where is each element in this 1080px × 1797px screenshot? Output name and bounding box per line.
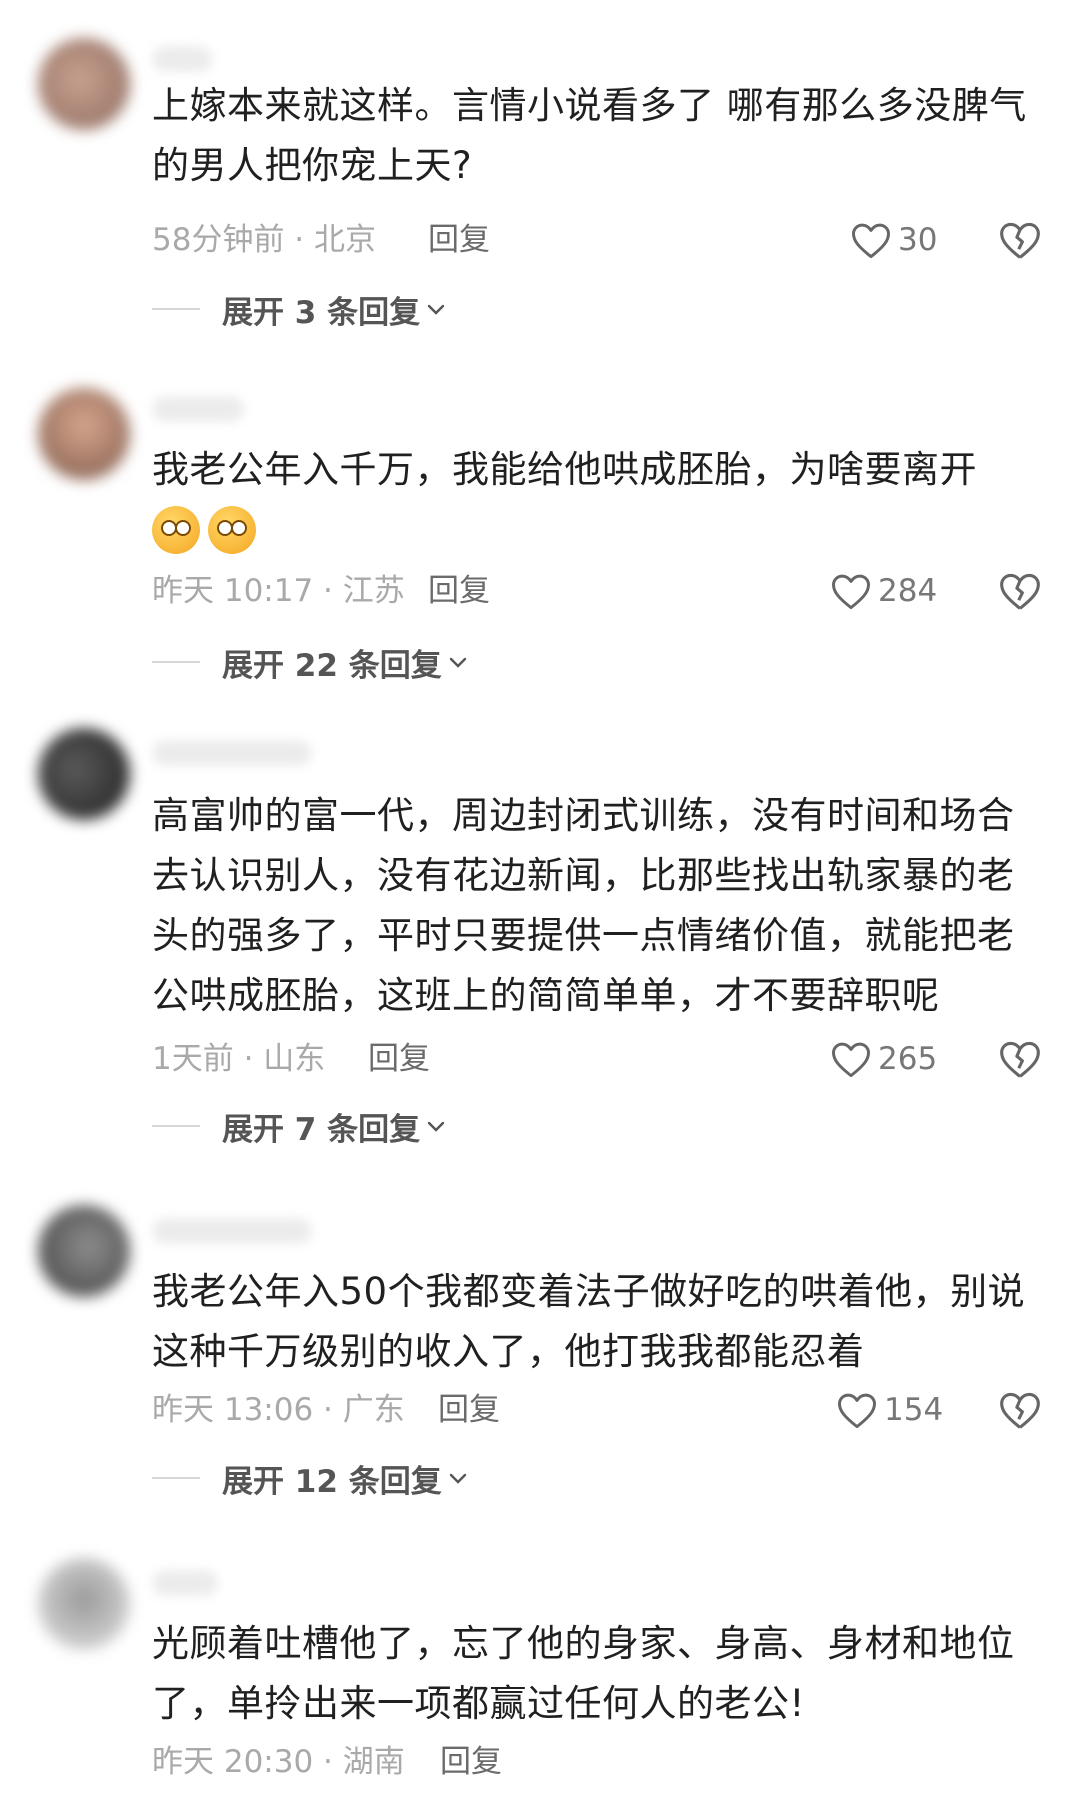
comment-time-location: 1天前 · 山东	[152, 1041, 326, 1077]
comment-time-location: 昨天 10:17 · 江苏	[152, 573, 405, 609]
expand-replies-label: 展开 22 条回复	[222, 647, 442, 684]
like-button[interactable]: 265	[830, 1034, 937, 1084]
reply-button[interactable]: 回复	[368, 1034, 430, 1084]
broken-heart-icon[interactable]	[998, 1037, 1042, 1081]
broken-heart-icon[interactable]	[998, 218, 1042, 262]
comment-text: 我老公年入50个我都变着法子做好吃的哄着他，别说这种千万级别的收入了，他打我我都…	[152, 1270, 1026, 1373]
reply-button[interactable]: 回复	[428, 566, 490, 616]
expand-replies-button[interactable]: 展开 3 条回复	[152, 284, 446, 334]
reply-button[interactable]: 回复	[438, 1385, 500, 1435]
username-blurred[interactable]	[152, 740, 312, 766]
divider-line	[152, 661, 200, 663]
reply-button[interactable]: 回复	[428, 215, 490, 265]
like-count: 265	[878, 1041, 938, 1077]
like-button[interactable]: 30	[850, 215, 937, 265]
heart-icon	[838, 1393, 876, 1429]
comment-meta: 昨天 13:06 · 广东 回复 154	[152, 1385, 1042, 1435]
expand-replies-label: 展开 3 条回复	[222, 294, 421, 331]
expand-replies-button[interactable]: 展开 22 条回复	[152, 637, 468, 687]
chevron-down-icon	[427, 304, 445, 315]
chevron-down-icon	[449, 657, 466, 668]
expand-replies-label: 展开 12 条回复	[222, 1463, 442, 1500]
expand-replies-label: 展开 7 条回复	[222, 1111, 421, 1148]
expand-replies-button[interactable]: 展开 12 条回复	[152, 1453, 468, 1503]
comment-time-location: 昨天 13:06 · 广东	[152, 1392, 405, 1428]
divider-line	[152, 1477, 200, 1479]
comment-text: 我老公年入千万，我能给他哄成胚胎，为啥要离开	[152, 448, 977, 491]
heart-icon	[832, 1042, 870, 1078]
avatar[interactable]	[38, 38, 130, 130]
comment-meta: 昨天 10:17 · 江苏 回复 284	[152, 566, 1042, 616]
username-blurred[interactable]	[152, 1570, 218, 1596]
comment-text: 光顾着吐槽他了，忘了他的身家、身高、身材和地位了，单拎出来一项都赢过任何人的老公…	[152, 1622, 1015, 1725]
avatar[interactable]	[38, 388, 130, 480]
broken-heart-icon[interactable]	[998, 569, 1042, 613]
chevron-down-icon	[427, 1121, 445, 1132]
comment-text: 高富帅的富一代，周边封闭式训练，没有时间和场合去认识别人，没有花边新闻，比那些找…	[152, 794, 1015, 1017]
heart-icon	[832, 574, 870, 610]
comment-meta: 1天前 · 山东 回复 265	[152, 1034, 1042, 1084]
username-blurred[interactable]	[152, 396, 244, 422]
reply-button[interactable]: 回复	[440, 1737, 502, 1787]
heart-icon	[852, 223, 890, 259]
like-count: 154	[884, 1392, 944, 1428]
emoji-row	[152, 506, 256, 554]
like-button[interactable]: 154	[836, 1385, 943, 1435]
avatar[interactable]	[38, 728, 130, 820]
username-blurred[interactable]	[152, 1218, 312, 1244]
comment-meta: 58分钟前 · 北京 回复 30	[152, 215, 1042, 265]
avatar[interactable]	[38, 1558, 130, 1650]
expand-replies-button[interactable]: 展开 7 条回复	[152, 1101, 446, 1151]
like-button[interactable]: 284	[830, 566, 937, 616]
chevron-down-icon	[449, 1473, 466, 1484]
divider-line	[152, 308, 200, 310]
comment-text: 上嫁本来就这样。言情小说看多了 哪有那么多没脾气的男人把你宠上天?	[152, 84, 1027, 187]
avatar[interactable]	[38, 1205, 130, 1297]
like-count: 30	[898, 222, 938, 258]
comment-time-location: 昨天 20:30 · 湖南	[152, 1744, 405, 1780]
username-blurred[interactable]	[152, 46, 212, 72]
comment-time-location: 58分钟前 · 北京	[152, 222, 377, 258]
comment-meta: 昨天 20:30 · 湖南 回复	[152, 1737, 1042, 1787]
divider-line	[152, 1125, 200, 1127]
broken-heart-icon[interactable]	[998, 1388, 1042, 1432]
face-emoji-icon	[152, 506, 200, 554]
like-count: 284	[878, 573, 938, 609]
face-emoji-icon	[208, 506, 256, 554]
